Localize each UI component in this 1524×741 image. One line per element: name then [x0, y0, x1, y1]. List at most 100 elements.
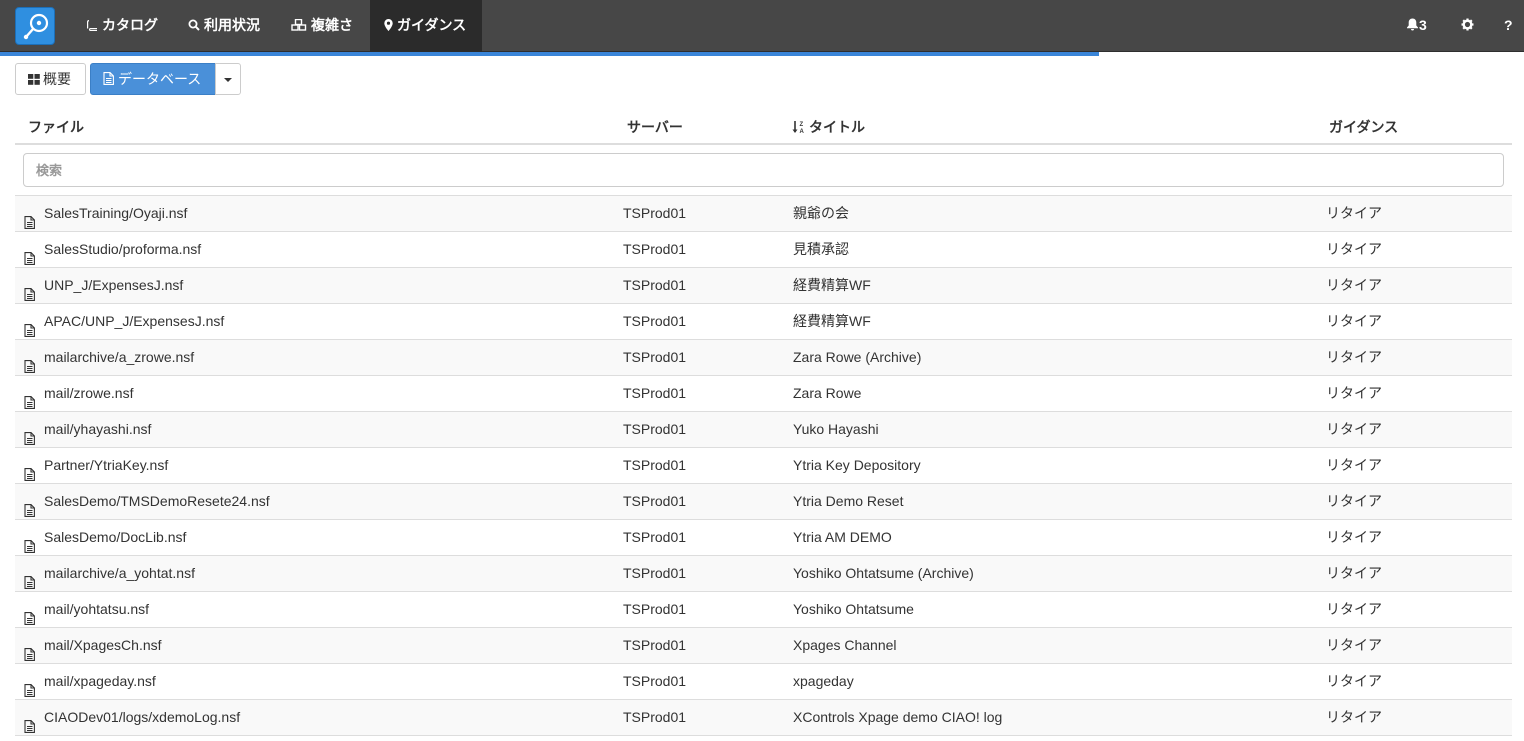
table-row[interactable]: SalesDemo/DocLib.nsf TSProd01 Ytria AM DEM…	[15, 520, 1512, 556]
title-cell: Ytria Key Depository	[793, 457, 921, 473]
th-large-icon	[28, 65, 40, 95]
guidance-cell: リタイア	[1326, 313, 1382, 329]
server-cell: TSProd01	[623, 457, 687, 473]
title-cell: Ytria Demo Reset	[793, 493, 904, 509]
header-divider	[15, 143, 1512, 145]
server-cell: TSProd01	[623, 637, 687, 653]
search-icon	[188, 1, 200, 51]
database-table-body: SalesTraining/Oyaji.nsf TSProd01 親爺の会 リタイア S…	[15, 196, 1512, 736]
file-path-cell[interactable]: Partner/YtriaKey.nsf	[44, 448, 168, 483]
loading-progress-bar	[0, 52, 1099, 56]
nav-complexity-label: 複雑さ	[311, 17, 353, 33]
file-path-cell[interactable]: SalesDemo/TMSDemoResete24.nsf	[44, 484, 270, 519]
database-dropdown-toggle[interactable]	[215, 63, 241, 95]
guidance-cell: リタイア	[1326, 673, 1382, 689]
column-header-guidance[interactable]: ガイダンス	[1329, 117, 1398, 137]
book-icon	[86, 1, 98, 51]
file-path-cell[interactable]: mail/yohtatsu.nsf	[44, 592, 149, 627]
server-cell: TSProd01	[623, 241, 687, 257]
title-cell: 見積承認	[793, 241, 849, 257]
table-row[interactable]: mail/yohtatsu.nsf TSProd01 Yoshiko Ohtatsu…	[15, 592, 1512, 628]
table-row[interactable]: CIAODev01/logs/xdemoLog.nsf TSProd01 XCont…	[15, 700, 1512, 736]
guidance-cell: リタイア	[1326, 421, 1382, 437]
file-path-cell[interactable]: APAC/UNP_J/ExpensesJ.nsf	[44, 304, 224, 339]
column-header-server[interactable]: サーバー	[627, 117, 683, 137]
guidance-cell: リタイア	[1326, 241, 1382, 257]
database-button[interactable]: データベース	[90, 63, 216, 95]
nav-usage[interactable]: 利用状況	[174, 0, 274, 52]
column-header-file[interactable]: ファイル	[28, 117, 84, 137]
title-cell: Yuko Hayashi	[793, 421, 879, 437]
file-path-cell[interactable]: mailarchive/a_zrowe.nsf	[44, 340, 194, 375]
nav-guidance-label: ガイダンス	[397, 17, 467, 33]
file-path-cell[interactable]: mail/XpagesCh.nsf	[44, 628, 162, 663]
guidance-cell: リタイア	[1326, 493, 1382, 509]
svg-text:Z: Z	[800, 122, 804, 128]
map-marker-icon	[384, 1, 393, 51]
sort-alpha-desc-icon: ZA	[792, 120, 806, 137]
help-button[interactable]: ?	[1504, 0, 1513, 52]
server-cell: TSProd01	[623, 493, 687, 509]
table-row[interactable]: Partner/YtriaKey.nsf TSProd01 Ytria Key De…	[15, 448, 1512, 484]
column-header-title-label: タイトル	[809, 119, 865, 135]
file-text-icon	[103, 65, 114, 95]
table-row[interactable]: SalesTraining/Oyaji.nsf TSProd01 親爺の会 リタイア	[15, 196, 1512, 232]
server-cell: TSProd01	[623, 313, 687, 329]
table-row[interactable]: mailarchive/a_zrowe.nsf TSProd01 Zara Rowe…	[15, 340, 1512, 376]
title-cell: 経費精算WF	[793, 313, 871, 329]
notification-count: 3	[1419, 17, 1427, 33]
overview-button[interactable]: 概要	[15, 63, 86, 95]
file-path-cell[interactable]: mail/zrowe.nsf	[44, 376, 133, 411]
nav-complexity[interactable]: 複雑さ	[277, 0, 367, 52]
server-cell: TSProd01	[623, 421, 687, 437]
settings-button[interactable]	[1461, 0, 1474, 52]
title-cell: Yoshiko Ohtatsume	[793, 601, 914, 617]
table-row[interactable]: UNP_J/ExpensesJ.nsf TSProd01 経費精算WF リタイア	[15, 268, 1512, 304]
title-cell: Yoshiko Ohtatsume (Archive)	[793, 565, 974, 581]
app-logo-icon[interactable]	[15, 7, 55, 45]
notifications-button[interactable]: 3	[1406, 0, 1427, 52]
table-row[interactable]: mail/yhayashi.nsf TSProd01 Yuko Hayashi リタイ…	[15, 412, 1512, 448]
guidance-cell: リタイア	[1326, 709, 1382, 725]
file-path-cell[interactable]: UNP_J/ExpensesJ.nsf	[44, 268, 183, 303]
search-input[interactable]	[23, 153, 1504, 187]
server-cell: TSProd01	[623, 385, 687, 401]
table-row[interactable]: mail/xpageday.nsf TSProd01 xpageday リタイア	[15, 664, 1512, 700]
file-path-cell[interactable]: SalesDemo/DocLib.nsf	[44, 520, 186, 555]
title-cell: Xpages Channel	[793, 637, 897, 653]
table-row[interactable]: mailarchive/a_yohtat.nsf TSProd01 Yoshiko …	[15, 556, 1512, 592]
guidance-cell: リタイア	[1326, 529, 1382, 545]
title-cell: 経費精算WF	[793, 277, 871, 293]
file-path-cell[interactable]: SalesStudio/proforma.nsf	[44, 232, 201, 267]
cubes-icon	[291, 1, 307, 51]
file-path-cell[interactable]: mail/yhayashi.nsf	[44, 412, 151, 447]
server-cell: TSProd01	[623, 565, 687, 581]
table-row[interactable]: mail/XpagesCh.nsf TSProd01 Xpages Channel リ…	[15, 628, 1512, 664]
file-path-cell[interactable]: SalesTraining/Oyaji.nsf	[44, 196, 187, 231]
table-row[interactable]: mail/zrowe.nsf TSProd01 Zara Rowe リタイア	[15, 376, 1512, 412]
bell-icon	[1406, 1, 1419, 51]
guidance-cell: リタイア	[1326, 637, 1382, 653]
nav-usage-label: 利用状況	[204, 17, 260, 33]
gear-icon	[1461, 1, 1474, 51]
title-cell: Ytria AM DEMO	[793, 529, 892, 545]
file-path-cell[interactable]: mail/xpageday.nsf	[44, 664, 156, 699]
server-cell: TSProd01	[623, 601, 687, 617]
nav-catalog[interactable]: カタログ	[72, 0, 172, 52]
nav-guidance[interactable]: ガイダンス	[370, 0, 482, 52]
server-cell: TSProd01	[623, 673, 687, 689]
guidance-cell: リタイア	[1326, 601, 1382, 617]
guidance-cell: リタイア	[1326, 277, 1382, 293]
table-row[interactable]: APAC/UNP_J/ExpensesJ.nsf TSProd01 経費精算WF リタ…	[15, 304, 1512, 340]
guidance-cell: リタイア	[1326, 565, 1382, 581]
table-row[interactable]: SalesDemo/TMSDemoResete24.nsf TSProd01 Ytr…	[15, 484, 1512, 520]
table-row[interactable]: SalesStudio/proforma.nsf TSProd01 見積承認 リタイア	[15, 232, 1512, 268]
guidance-cell: リタイア	[1326, 385, 1382, 401]
server-cell: TSProd01	[623, 205, 687, 221]
column-header-title[interactable]: ZA タイトル	[792, 117, 865, 137]
file-path-cell[interactable]: CIAODev01/logs/xdemoLog.nsf	[44, 700, 240, 735]
svg-text:A: A	[800, 129, 805, 134]
database-label: データベース	[118, 71, 202, 87]
file-path-cell[interactable]: mailarchive/a_yohtat.nsf	[44, 556, 195, 591]
server-cell: TSProd01	[623, 709, 687, 725]
